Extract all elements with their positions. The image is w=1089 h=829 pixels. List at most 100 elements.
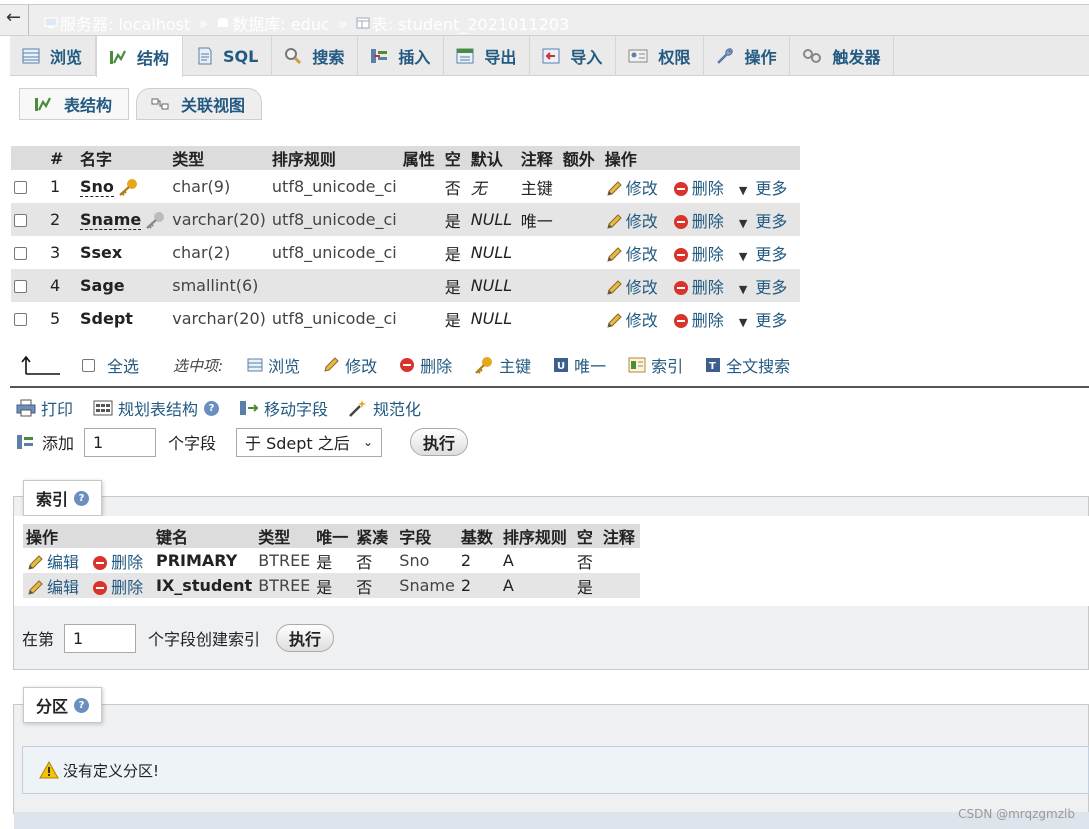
tab-triggers[interactable]: 触发器	[790, 36, 895, 76]
column-name[interactable]: Sdept	[80, 309, 133, 328]
tab-insert[interactable]: 插入	[358, 36, 445, 76]
breadcrumb-database[interactable]: 数据库: educ	[232, 15, 329, 34]
bulk-drop-button[interactable]: 删除	[399, 353, 452, 377]
help-icon[interactable]: ?	[204, 400, 220, 416]
back-arrow-icon[interactable]: ←	[6, 8, 26, 32]
edit-link[interactable]: 修改	[605, 278, 663, 297]
header-collation[interactable]: 排序规则	[268, 146, 400, 170]
tab-operations[interactable]: 操作	[704, 36, 791, 76]
row-checkbox-cell	[11, 302, 47, 335]
index-edit-link[interactable]: 编辑	[26, 553, 79, 572]
subtab-label: 关联视图	[181, 96, 246, 115]
index-edit-link[interactable]: 编辑	[26, 578, 79, 597]
help-icon[interactable]: ?	[74, 490, 90, 506]
tab-browse[interactable]: 浏览	[10, 36, 97, 76]
create-index-count-input[interactable]	[64, 623, 137, 653]
more-dropdown[interactable]: ▼ 更多	[739, 311, 787, 330]
column-name[interactable]: Sage	[80, 276, 125, 295]
column-name[interactable]: Ssex	[80, 243, 122, 262]
bulk-browse-button[interactable]: 浏览	[247, 353, 300, 377]
check-all-arrow-icon	[21, 355, 60, 375]
subtab-table-structure[interactable]: 表结构	[19, 88, 129, 120]
tab-search[interactable]: 搜索	[272, 36, 359, 76]
edit-link[interactable]: 修改	[605, 179, 663, 198]
bulk-fulltext-button[interactable]: T 全文搜索	[705, 353, 790, 377]
propose-label: 规划表结构	[118, 400, 199, 419]
wrench-icon	[717, 48, 734, 64]
header-extra[interactable]: 额外	[559, 146, 602, 170]
drop-link[interactable]: 删除	[673, 311, 729, 330]
row-actions: 修改 删除 ▼ 更多	[601, 203, 801, 236]
watermark: CSDN @mrqzgmzlb	[958, 807, 1075, 821]
bulk-primary-button[interactable]: 主键	[474, 353, 531, 377]
drop-link[interactable]: 删除	[673, 212, 729, 231]
check-all-label[interactable]: 全选	[107, 353, 139, 377]
header-attributes[interactable]: 属性	[399, 146, 442, 170]
tab-structure[interactable]: 结构	[96, 36, 184, 77]
move-columns-icon	[240, 401, 259, 415]
printer-icon	[16, 399, 36, 417]
pencil-icon	[607, 280, 622, 295]
svg-text:U: U	[557, 361, 565, 372]
header-name[interactable]: 名字	[77, 146, 170, 170]
subtab-relation-view[interactable]: 关联视图	[136, 88, 262, 120]
breadcrumb-server[interactable]: 服务器: localhost	[60, 15, 190, 34]
row-checkbox[interactable]	[14, 247, 27, 260]
index-actions: 编辑 删除	[23, 548, 153, 573]
ix-header-action: 操作	[23, 524, 153, 548]
header-comment[interactable]: 注释	[517, 146, 560, 170]
help-icon[interactable]: ?	[74, 697, 90, 713]
index-cardinality: 2	[457, 548, 500, 573]
move-columns-link[interactable]: 移动字段	[239, 396, 328, 420]
edit-link[interactable]: 修改	[605, 212, 663, 231]
table-tools: 打印 规划表结构? 移动字段 规范化	[16, 396, 441, 420]
bulk-index-button[interactable]: 索引	[628, 353, 683, 377]
print-link[interactable]: 打印	[16, 396, 73, 420]
row-checkbox[interactable]	[14, 313, 27, 326]
normalize-link[interactable]: 规范化	[348, 396, 421, 420]
drop-icon	[673, 248, 688, 262]
index-column: Sno	[396, 548, 458, 573]
column-name[interactable]: Sno	[80, 176, 114, 197]
header-type[interactable]: 类型	[169, 146, 269, 170]
add-go-button[interactable]: 执行	[410, 428, 469, 456]
more-dropdown[interactable]: ▼ 更多	[739, 212, 787, 231]
row-checkbox[interactable]	[14, 280, 27, 293]
more-dropdown[interactable]: ▼ 更多	[739, 245, 787, 264]
add-position-select[interactable]: 于 Sdept 之后 ⌄	[236, 427, 383, 457]
row-name-cell: Ssex	[77, 236, 170, 269]
row-checkbox[interactable]	[14, 214, 27, 227]
drop-link[interactable]: 删除	[673, 278, 729, 297]
edit-link[interactable]: 修改	[605, 245, 663, 264]
index-drop-link[interactable]: 删除	[92, 553, 143, 572]
header-default[interactable]: 默认	[467, 146, 518, 170]
dropdown-triangle-icon: ▼	[738, 183, 748, 197]
pencil-icon	[28, 580, 43, 595]
drop-link[interactable]: 删除	[673, 245, 729, 264]
index-drop-link[interactable]: 删除	[92, 578, 143, 597]
add-count-input[interactable]	[84, 427, 157, 457]
more-dropdown[interactable]: ▼ 更多	[739, 179, 787, 198]
tab-sql[interactable]: SQL	[183, 36, 273, 76]
propose-structure-link[interactable]: 规划表结构?	[93, 396, 220, 420]
row-collation: utf8_unicode_ci	[268, 203, 400, 236]
dropdown-triangle-icon: ▼	[738, 282, 748, 296]
drop-link[interactable]: 删除	[673, 179, 729, 198]
edit-link[interactable]: 修改	[605, 311, 663, 330]
column-name[interactable]: Sname	[80, 209, 142, 230]
create-index-go-button[interactable]: 执行	[276, 624, 335, 652]
header-null[interactable]: 空	[441, 146, 468, 170]
bulk-unique-button[interactable]: U 唯一	[553, 353, 606, 377]
tab-export[interactable]: 导出	[444, 36, 531, 76]
more-dropdown[interactable]: ▼ 更多	[739, 278, 787, 297]
tab-import[interactable]: 导入	[530, 36, 617, 76]
header-num[interactable]: #	[47, 146, 77, 170]
tab-privileges[interactable]: 权限	[616, 36, 705, 76]
row-checkbox-cell	[11, 236, 47, 269]
drop-icon	[93, 556, 108, 570]
bulk-edit-button[interactable]: 修改	[322, 353, 377, 377]
breadcrumb-table[interactable]: 表: student_2021011203	[372, 15, 569, 34]
check-all-checkbox[interactable]	[82, 358, 95, 372]
drop-label: 删除	[691, 310, 724, 330]
row-checkbox[interactable]	[14, 181, 27, 194]
